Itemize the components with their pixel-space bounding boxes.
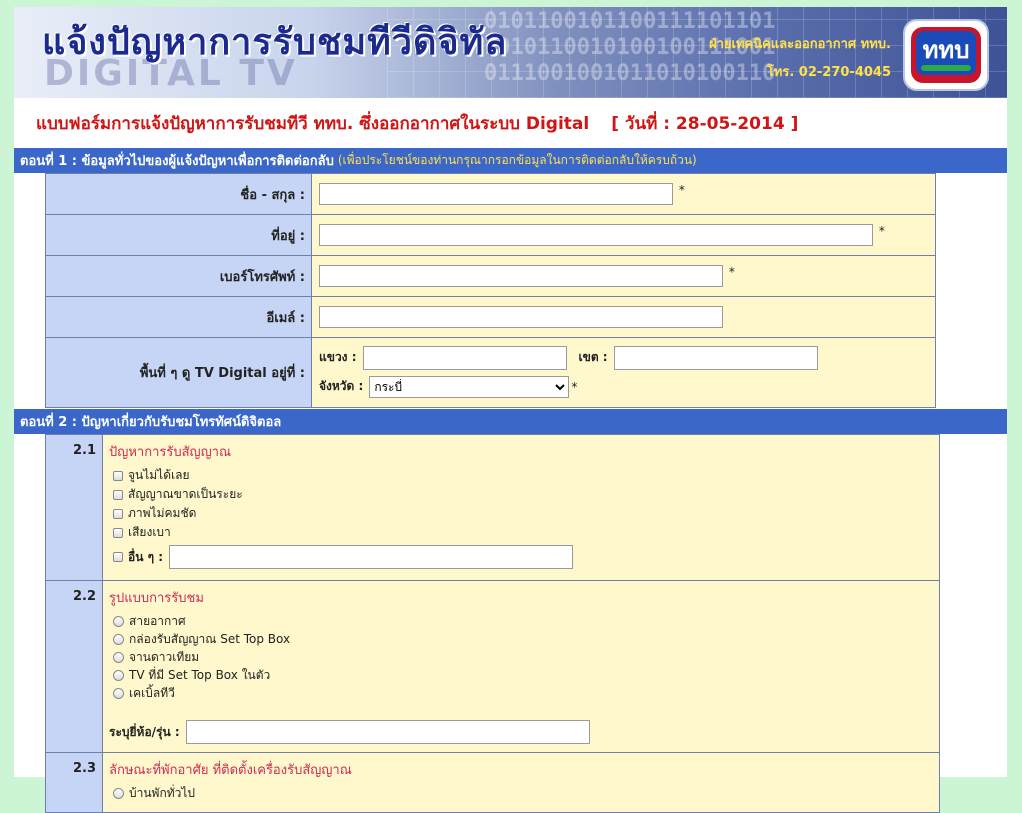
tv5-logo: ททบ (903, 19, 989, 91)
brand-model-input[interactable] (185, 720, 590, 744)
required-mark: * (678, 183, 685, 197)
question-2-3-row: 2.3 ลักษณะที่พักอาศัย ที่ติดตั้งเครื่องร… (45, 752, 940, 813)
name-label: ชื่อ - สกุล : (45, 173, 312, 215)
svg-text:ททบ: ททบ (923, 36, 970, 64)
checkbox[interactable] (113, 527, 123, 538)
phone-row: เบอร์โทรศัพท์ : * (45, 255, 936, 297)
required-mark: * (878, 224, 885, 238)
option-intermittent-signal[interactable]: สัญญาณขาดเป็นระยะ (109, 485, 933, 504)
address-label: ที่อยู่ : (45, 214, 312, 256)
email-input[interactable] (319, 306, 723, 328)
checkbox[interactable] (113, 489, 123, 500)
question-2-3-cell: ลักษณะที่พักอาศัย ที่ติดตั้งเครื่องรับสั… (102, 752, 940, 813)
question-2-2-cell: รูปแบบการรับชม สายอากาศ กล่องรับสัญญาณ S… (102, 580, 940, 753)
area-row: พื้นที่ ๆ ดู TV Digital อยู่ที่ : แขวง :… (45, 337, 936, 408)
province-select[interactable]: กระบี่ (369, 375, 570, 398)
question-2-2-title: รูปแบบการรับชม (109, 591, 204, 606)
address-field-cell: * (311, 214, 936, 256)
option-label: อื่น ๆ : (128, 549, 164, 564)
name-field-cell: * (311, 173, 936, 215)
other-problem-input[interactable] (169, 545, 574, 569)
form-heading: แบบฟอร์มการแจ้งปัญหาการรับชมทีวี ททบ. ซึ… (14, 98, 1007, 148)
section-1-note: (เพื่อประโยชน์ของท่านกรุณากรอกข้อมูลในกา… (337, 153, 697, 167)
question-2-1-row: 2.1 ปัญหาการรับสัญญาณ จูนไม่ได้เลย สัญญา… (45, 434, 940, 581)
option-no-signal[interactable]: จูนไม่ได้เลย (109, 466, 933, 485)
option-label: บ้านพักทั่วไป (129, 785, 196, 800)
district-zone-line: แขวง : เขต : (319, 344, 935, 372)
radio-button[interactable] (113, 651, 124, 663)
email-field-cell (311, 296, 936, 338)
zone-input[interactable] (613, 345, 818, 370)
header-banner: 0101100101100111101101 10101100101001001… (14, 7, 1007, 98)
option-other[interactable]: อื่น ๆ : (109, 542, 933, 572)
area-label: พื้นที่ ๆ ดู TV Digital อยู่ที่ : (45, 337, 312, 408)
option-label: จูนไม่ได้เลย (128, 468, 190, 482)
option-satellite-dish[interactable]: จานดาวเทียม (109, 648, 933, 666)
section-2-title: ตอนที่ 2 : ปัญหาเกี่ยวกับรับชมโทรทัศน์ดิ… (20, 415, 282, 430)
question-number: 2.1 (45, 434, 103, 581)
form-date: [ วันที่ : 28-05-2014 ] (611, 113, 799, 134)
tv5-logo-icon: ททบ (911, 27, 981, 83)
contact-info-table: ชื่อ - สกุล : * ที่อยู่ : * เบอร์โทรศัพท… (45, 173, 936, 408)
option-cable-tv[interactable]: เคเบิ้ลทีวี (109, 684, 933, 702)
option-house[interactable]: บ้านพักทั่วไป (109, 784, 933, 802)
section-1-bar: ตอนที่ 1 : ข้อมูลทั่วไปของผู้แจ้งปัญหาเพ… (14, 148, 1007, 173)
option-antenna[interactable]: สายอากาศ (109, 612, 933, 630)
radio-button[interactable] (113, 633, 124, 645)
banner-title: แจ้งปัญหาการรับชมทีวีดิจิทัล (42, 21, 508, 63)
option-set-top-box[interactable]: กล่องรับสัญญาณ Set Top Box (109, 630, 933, 648)
email-label: อีเมล์ : (45, 296, 312, 338)
option-label: TV ที่มี Set Top Box ในตัว (129, 667, 271, 682)
area-field-cell: แขวง : เขต : จังหวัด : กระบี่ * (311, 337, 936, 408)
phone-label: เบอร์โทรศัพท์ : (45, 255, 312, 297)
form-title: แบบฟอร์มการแจ้งปัญหาการรับชมทีวี ททบ. ซึ… (36, 113, 590, 134)
option-label: สัญญาณขาดเป็นระยะ (128, 487, 243, 501)
radio-button[interactable] (113, 787, 124, 799)
radio-button[interactable] (113, 669, 124, 681)
question-number: 2.2 (45, 580, 103, 753)
brand-label: ระบุยี่ห้อ/รุ่น : (109, 724, 180, 739)
banner-phone: โทร. 02-270-4045 (766, 65, 891, 80)
radio-button[interactable] (113, 687, 124, 699)
page: 0101100101100111101101 10101100101001001… (14, 7, 1007, 813)
option-blurry-picture[interactable]: ภาพไม่คมชัด (109, 504, 933, 523)
brand-line: ระบุยี่ห้อ/รุ่น : (109, 720, 933, 744)
checkbox[interactable] (113, 508, 123, 519)
option-label: เคเบิ้ลทีวี (129, 685, 175, 700)
option-label: เสียงเบา (128, 525, 171, 539)
option-label: ภาพไม่คมชัด (128, 506, 197, 520)
district-label: แขวง : (319, 350, 357, 364)
option-label: สายอากาศ (129, 613, 186, 628)
radio-button[interactable] (113, 615, 124, 627)
question-2-1-title: ปัญหาการรับสัญญาณ (109, 445, 232, 460)
province-label: จังหวัด : (319, 379, 364, 393)
section-2-bar: ตอนที่ 2 : ปัญหาเกี่ยวกับรับชมโทรทัศน์ดิ… (14, 409, 1007, 434)
question-number: 2.3 (45, 752, 103, 813)
problem-table: 2.1 ปัญหาการรับสัญญาณ จูนไม่ได้เลย สัญญา… (45, 434, 940, 813)
option-label: จานดาวเทียม (129, 649, 200, 664)
question-2-1-cell: ปัญหาการรับสัญญาณ จูนไม่ได้เลย สัญญาณขาด… (102, 434, 940, 581)
phone-input[interactable] (319, 265, 723, 287)
name-row: ชื่อ - สกุล : * (45, 173, 936, 215)
checkbox[interactable] (113, 552, 123, 562)
option-label: กล่องรับสัญญาณ Set Top Box (129, 631, 291, 646)
option-low-volume[interactable]: เสียงเบา (109, 523, 933, 542)
banner-department: ฝ่ายเทคนิคและออกอากาศ ททบ. (708, 37, 891, 52)
address-row: ที่อยู่ : * (45, 214, 936, 256)
name-input[interactable] (319, 183, 673, 205)
required-mark: * (728, 265, 735, 279)
email-row: อีเมล์ : (45, 296, 936, 338)
option-built-in-tuner[interactable]: TV ที่มี Set Top Box ในตัว (109, 666, 933, 684)
zone-label: เขต : (578, 350, 608, 364)
district-input[interactable] (362, 345, 567, 370)
required-mark: * (571, 379, 578, 394)
phone-field-cell: * (311, 255, 936, 297)
checkbox[interactable] (113, 470, 123, 481)
question-2-2-row: 2.2 รูปแบบการรับชม สายอากาศ กล่องรับสัญญ… (45, 580, 940, 753)
section-1-title: ตอนที่ 1 : ข้อมูลทั่วไปของผู้แจ้งปัญหาเพ… (20, 154, 334, 169)
province-line: จังหวัด : กระบี่ * (319, 372, 935, 402)
address-input[interactable] (319, 224, 873, 246)
